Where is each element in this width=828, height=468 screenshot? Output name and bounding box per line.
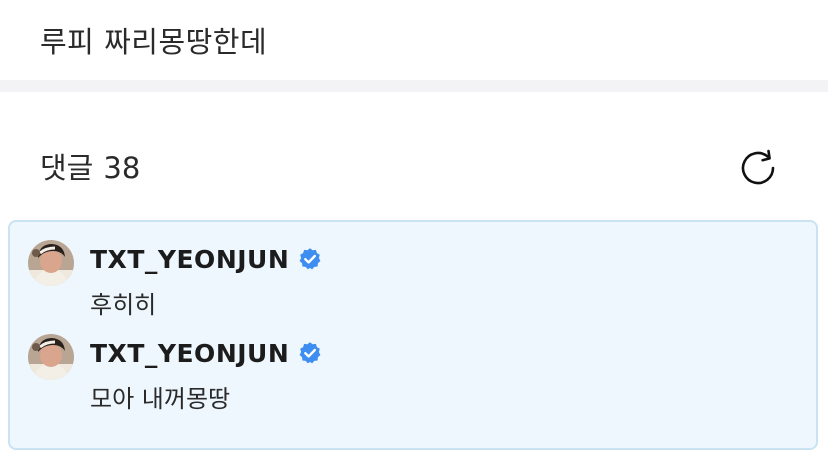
comment-text: 후히히: [90, 291, 157, 319]
author-row: TXT_YEONJUN: [90, 240, 322, 278]
comments-count: 38: [103, 151, 141, 185]
avatar[interactable]: [28, 334, 74, 380]
page: 루피 짜리몽땅한데 댓글 38 TXT_YEONJUN 후히히 TXT_YEON…: [0, 0, 828, 468]
comments-header: 댓글 38: [0, 92, 828, 220]
comments-label: 댓글: [40, 151, 94, 185]
comment-text: 모아 내꺼몽땅: [90, 385, 231, 413]
avatar[interactable]: [28, 240, 74, 286]
post-body: 루피 짜리몽땅한데: [0, 0, 828, 80]
comment-thread-highlight: TXT_YEONJUN 후히히 TXT_YEONJUN 모아 내꺼몽땅: [8, 220, 818, 450]
refresh-icon: [741, 149, 775, 185]
refresh-button[interactable]: [740, 148, 780, 188]
section-divider: [0, 80, 828, 92]
verified-badge-icon: [299, 248, 321, 270]
author-name[interactable]: TXT_YEONJUN: [90, 339, 289, 368]
author-name[interactable]: TXT_YEONJUN: [90, 245, 289, 274]
comments-title: 댓글 38: [40, 148, 140, 188]
post-text: 루피 짜리몽땅한데: [40, 25, 268, 59]
verified-badge-icon: [299, 342, 321, 364]
author-row: TXT_YEONJUN: [90, 334, 322, 372]
